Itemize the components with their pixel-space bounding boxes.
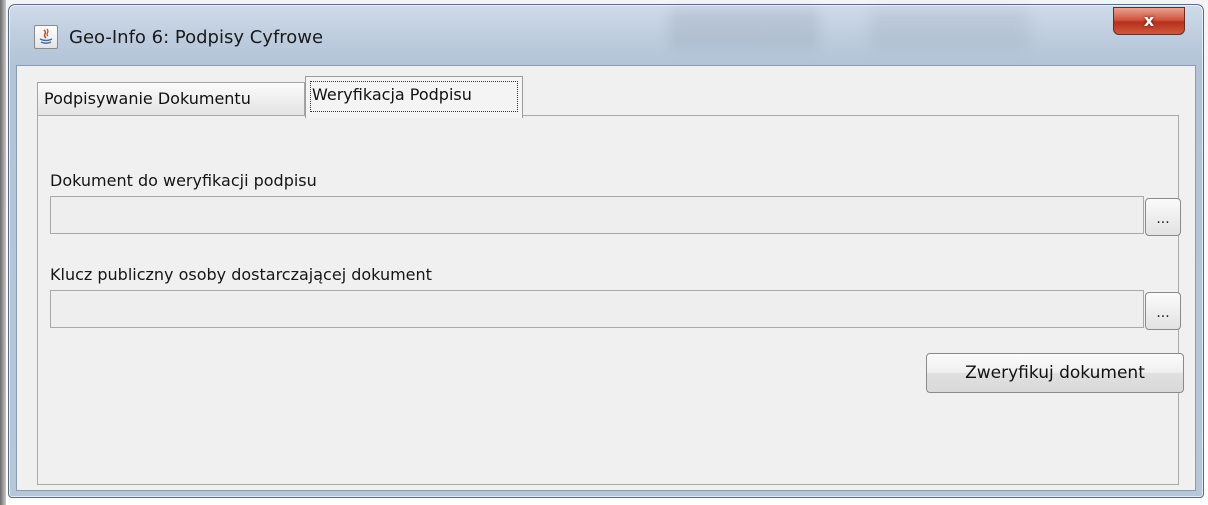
browse-key-button[interactable]: ... (1145, 292, 1181, 330)
document-path-field[interactable] (50, 196, 1144, 234)
verify-document-button[interactable]: Zweryfikuj dokument (926, 353, 1184, 393)
public-key-label: Klucz publiczny osoby dostarczającej dok… (50, 265, 432, 284)
tab-verification[interactable]: Weryfikacja Podpisu (305, 76, 523, 118)
title-bar[interactable]: Geo-Info 6: Podpisy Cyfrowe x (9, 5, 1203, 65)
tab-label: Weryfikacja Podpisu (312, 85, 472, 104)
window-title: Geo-Info 6: Podpisy Cyfrowe (69, 27, 324, 48)
java-icon (34, 25, 58, 49)
screen-edge (0, 0, 6, 505)
public-key-path-field[interactable] (50, 290, 1144, 328)
tab-panel-verification: Dokument do weryfikacji podpisu ... Kluc… (37, 115, 1184, 485)
tab-signing[interactable]: Podpisywanie Dokumentu (37, 82, 305, 116)
document-label: Dokument do weryfikacji podpisu (50, 171, 317, 190)
background-blur (669, 9, 819, 49)
close-button[interactable]: x (1113, 7, 1185, 35)
background-blur (869, 9, 1029, 49)
tab-label: Podpisywanie Dokumentu (44, 89, 251, 108)
dialog-window: Geo-Info 6: Podpisy Cyfrowe x Podpisywan… (8, 4, 1204, 498)
window-client-area: Podpisywanie Dokumentu Weryfikacja Podpi… (16, 65, 1196, 491)
browse-document-button[interactable]: ... (1145, 198, 1181, 236)
